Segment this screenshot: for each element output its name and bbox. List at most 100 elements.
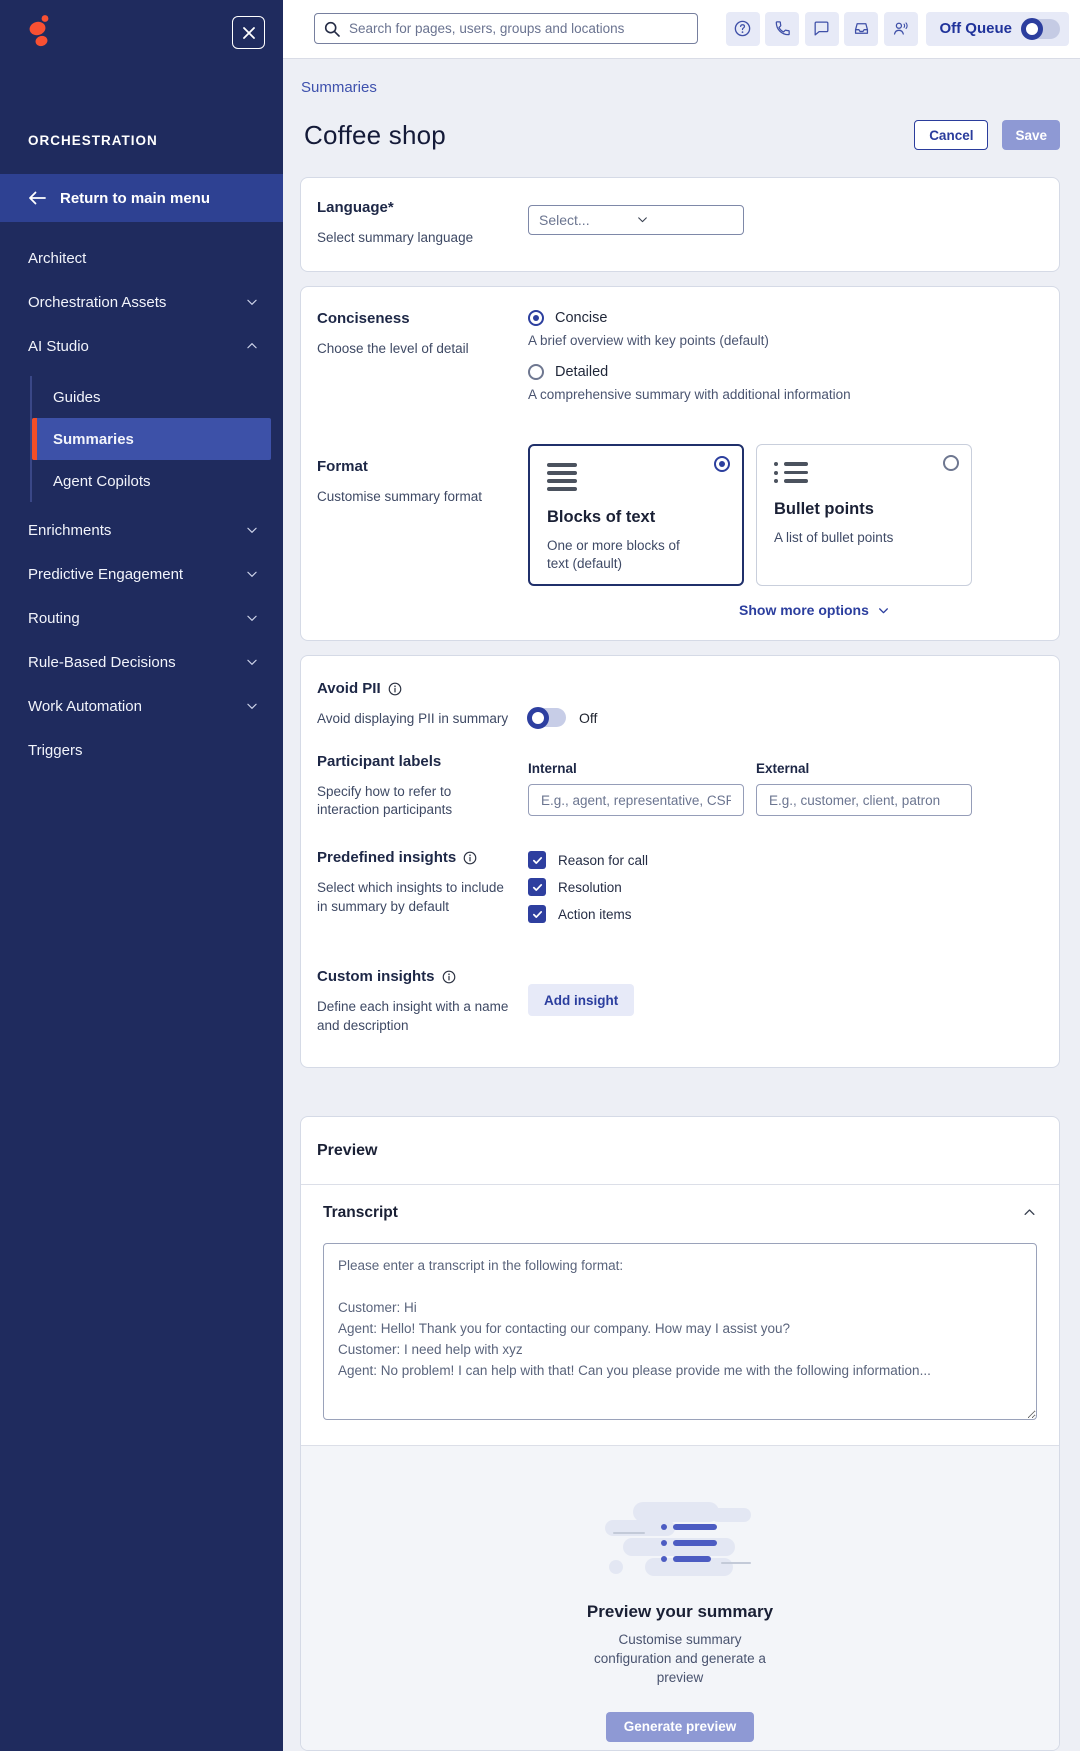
breadcrumb[interactable]: Summaries bbox=[301, 79, 1080, 96]
cancel-button[interactable]: Cancel bbox=[914, 120, 988, 150]
sidebar-item-routing[interactable]: Routing bbox=[0, 596, 283, 640]
checkbox-action-items[interactable]: Action items bbox=[528, 905, 1043, 923]
conciseness-label: Conciseness bbox=[317, 310, 528, 327]
transcript-block: Transcript Please enter a transcript in … bbox=[301, 1185, 1059, 1425]
off-queue-toggle[interactable] bbox=[1022, 19, 1060, 39]
return-to-main-menu[interactable]: Return to main menu bbox=[0, 174, 283, 222]
custom-insights-description: Define each insight with a name and desc… bbox=[317, 998, 512, 1034]
collapse-transcript-button[interactable] bbox=[1022, 1205, 1037, 1220]
sidebar-item-label: Guides bbox=[53, 389, 101, 406]
show-more-options[interactable]: Show more options bbox=[739, 602, 890, 618]
sidebar-item-work-automation[interactable]: Work Automation bbox=[0, 684, 283, 728]
language-description: Select summary language bbox=[317, 229, 512, 247]
sidebar-item-orchestration-assets[interactable]: Orchestration Assets bbox=[0, 280, 283, 324]
sidebar-item-agent-copilots[interactable]: Agent Copilots bbox=[32, 460, 283, 502]
chevron-down-icon bbox=[245, 295, 259, 309]
radio-label: Concise bbox=[555, 310, 607, 326]
preview-empty-title: Preview your summary bbox=[587, 1602, 773, 1622]
chevron-down-icon bbox=[245, 567, 259, 581]
sidebar-item-ai-studio[interactable]: AI Studio bbox=[0, 324, 283, 368]
chevron-down-icon bbox=[636, 213, 733, 226]
main-area: Off Queue Summaries Coffee shop Cancel S… bbox=[283, 0, 1080, 1751]
avoid-pii-toggle[interactable] bbox=[528, 708, 566, 727]
sidebar-section-label: ORCHESTRATION bbox=[28, 133, 158, 148]
phone-icon bbox=[773, 19, 792, 38]
inbox-button[interactable] bbox=[844, 12, 878, 46]
sidebar-item-guides[interactable]: Guides bbox=[32, 376, 283, 418]
summary-illustration bbox=[605, 1502, 755, 1582]
settings-card: Avoid PII Avoid displaying PII in summar… bbox=[300, 655, 1060, 1068]
avoid-pii-section: Avoid PII Avoid displaying PII in summar… bbox=[317, 680, 1043, 727]
search-input[interactable] bbox=[349, 21, 688, 36]
sidebar: ORCHESTRATION Return to main menu Archit… bbox=[0, 0, 283, 1751]
info-icon[interactable] bbox=[388, 682, 402, 696]
sidebar-item-predictive-engagement[interactable]: Predictive Engagement bbox=[0, 552, 283, 596]
info-icon[interactable] bbox=[442, 970, 456, 984]
radio-unselected-icon bbox=[943, 455, 959, 471]
options-card: Conciseness Choose the level of detail C… bbox=[300, 286, 1060, 641]
show-more-label: Show more options bbox=[739, 602, 869, 618]
phone-button[interactable] bbox=[765, 12, 799, 46]
close-sidebar-button[interactable] bbox=[232, 16, 265, 49]
sidebar-item-rule-based-decisions[interactable]: Rule-Based Decisions bbox=[0, 640, 283, 684]
predefined-insights-section: Predefined insights Select which insight… bbox=[317, 849, 1043, 932]
checkbox-label: Resolution bbox=[558, 880, 622, 895]
genesys-logo-icon bbox=[28, 14, 54, 48]
avoid-pii-description: Avoid displaying PII in summary bbox=[317, 711, 528, 726]
custom-insights-section: Custom insights Define each insight with… bbox=[317, 968, 1043, 1034]
chevron-down-icon bbox=[877, 604, 890, 617]
chevron-up-icon bbox=[1022, 1205, 1037, 1220]
internal-label: Internal bbox=[528, 761, 744, 776]
sidebar-item-label: Rule-Based Decisions bbox=[28, 654, 176, 671]
sidebar-item-label: Agent Copilots bbox=[53, 473, 151, 490]
sidebar-item-label: Routing bbox=[28, 610, 80, 627]
checkbox-resolution[interactable]: Resolution bbox=[528, 878, 1043, 896]
avoid-pii-label: Avoid PII bbox=[317, 680, 528, 697]
sidebar-item-label: Orchestration Assets bbox=[28, 294, 166, 311]
inbox-icon bbox=[852, 19, 871, 38]
return-label: Return to main menu bbox=[60, 190, 210, 207]
participant-labels-description: Specify how to refer to interaction part… bbox=[317, 783, 512, 819]
sidebar-item-label: Predictive Engagement bbox=[28, 566, 183, 583]
generate-preview-button[interactable]: Generate preview bbox=[606, 1712, 755, 1742]
select-placeholder: Select... bbox=[539, 212, 636, 228]
language-select[interactable]: Select... bbox=[528, 205, 744, 235]
sidebar-nav: Architect Orchestration Assets AI Studio… bbox=[0, 236, 283, 772]
transcript-textarea[interactable]: Please enter a transcript in the followi… bbox=[323, 1243, 1037, 1420]
format-card-title: Bullet points bbox=[774, 500, 957, 519]
sidebar-item-label: Triggers bbox=[28, 742, 82, 759]
chat-button[interactable] bbox=[805, 12, 839, 46]
bullet-points-icon bbox=[774, 462, 957, 483]
toggle-knob bbox=[527, 707, 549, 729]
format-description: Customise summary format bbox=[317, 488, 512, 506]
help-icon bbox=[733, 19, 752, 38]
agent-status-button[interactable] bbox=[884, 12, 918, 46]
chevron-down-icon bbox=[245, 699, 259, 713]
selected-indicator-bar bbox=[32, 418, 37, 460]
off-queue-label: Off Queue bbox=[939, 20, 1012, 37]
checkbox-checked-icon bbox=[528, 851, 546, 869]
radio-detailed[interactable]: Detailed bbox=[528, 364, 1043, 380]
save-button[interactable]: Save bbox=[1002, 120, 1060, 150]
sidebar-item-summaries[interactable]: Summaries bbox=[32, 418, 271, 460]
radio-concise[interactable]: Concise bbox=[528, 310, 1043, 326]
checkbox-label: Action items bbox=[558, 907, 632, 922]
ai-studio-subgroup: Guides Summaries Agent Copilots bbox=[30, 376, 283, 502]
sidebar-item-triggers[interactable]: Triggers bbox=[0, 728, 283, 772]
sidebar-item-label: Summaries bbox=[53, 431, 134, 448]
internal-input[interactable] bbox=[528, 784, 744, 816]
checkbox-reason-for-call[interactable]: Reason for call bbox=[528, 851, 1043, 869]
add-insight-button[interactable]: Add insight bbox=[528, 984, 634, 1016]
sidebar-item-label: Architect bbox=[28, 250, 86, 267]
format-card-bullet-points[interactable]: Bullet points A list of bullet points bbox=[756, 444, 972, 586]
sidebar-item-enrichments[interactable]: Enrichments bbox=[0, 508, 283, 552]
help-button[interactable] bbox=[726, 12, 760, 46]
info-icon[interactable] bbox=[463, 851, 477, 865]
format-card-blocks-of-text[interactable]: Blocks of text One or more blocks of tex… bbox=[528, 444, 744, 586]
external-input[interactable] bbox=[756, 784, 972, 816]
chevron-down-icon bbox=[245, 655, 259, 669]
sidebar-item-architect[interactable]: Architect bbox=[0, 236, 283, 280]
concise-helper: A brief overview with key points (defaul… bbox=[528, 333, 1043, 348]
format-label: Format bbox=[317, 458, 528, 475]
checkbox-checked-icon bbox=[528, 878, 546, 896]
